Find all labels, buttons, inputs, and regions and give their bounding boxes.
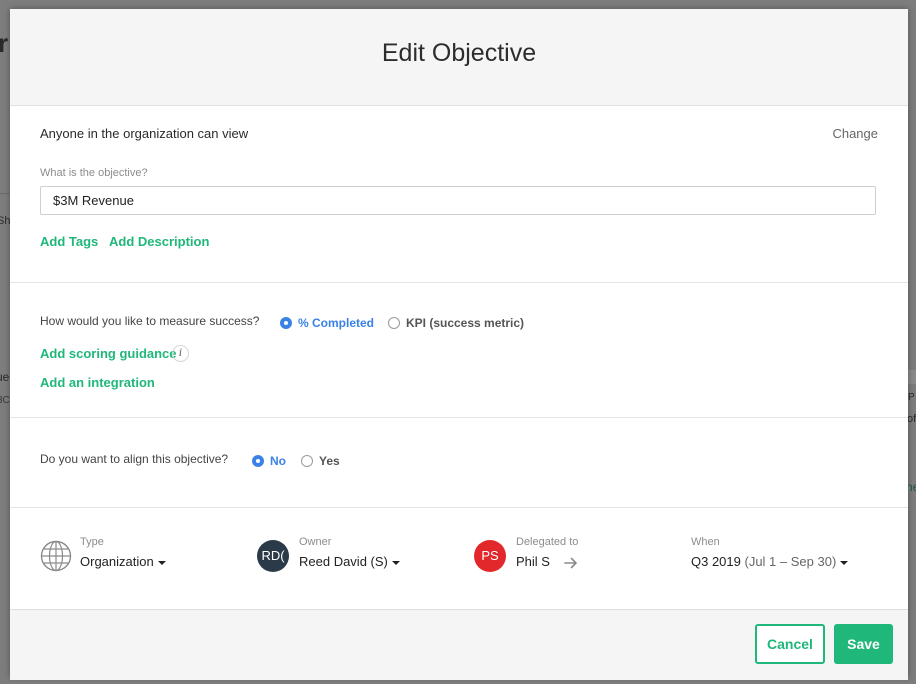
alignment-option-label: Yes xyxy=(319,453,340,468)
caret-down-icon xyxy=(391,560,400,565)
add-tags-link[interactable]: Add Tags xyxy=(40,234,98,249)
backdrop-divider xyxy=(0,193,10,194)
delegate-avatar: PS xyxy=(474,540,506,572)
when-field: When Q3 2019 (Jul 1 – Sep 30) xyxy=(691,536,891,576)
owner-dropdown[interactable]: Reed David (S) xyxy=(299,554,400,569)
modal-footer: Cancel Save xyxy=(10,610,908,680)
backdrop-fragment: of xyxy=(907,413,916,425)
modal-body: Anyone in the organization can view Chan… xyxy=(10,106,908,610)
alignment-question: Do you want to align this objective? xyxy=(40,452,229,466)
backdrop-fragment: ue xyxy=(0,370,10,384)
caret-down-icon xyxy=(157,560,166,565)
radio-unselected-icon[interactable] xyxy=(388,316,400,329)
modal-header: Edit Objective xyxy=(10,9,908,106)
globe-icon xyxy=(40,540,72,572)
add-scoring-guidance-link[interactable]: Add scoring guidance xyxy=(40,346,177,361)
alignment-option-yes[interactable]: Yes xyxy=(301,453,340,468)
measure-question: How would you like to measure success? xyxy=(40,314,260,328)
type-label: Type xyxy=(80,536,104,548)
change-visibility-link[interactable]: Change xyxy=(832,126,878,141)
add-description-link[interactable]: Add Description xyxy=(109,234,209,249)
save-button[interactable]: Save xyxy=(834,624,893,664)
add-integration-link[interactable]: Add an integration xyxy=(40,375,155,390)
backdrop-fragment: Sh xyxy=(0,215,11,227)
delegated-value[interactable]: Phil S xyxy=(516,554,550,569)
measure-section: How would you like to measure success? %… xyxy=(10,283,908,418)
cancel-button[interactable]: Cancel xyxy=(755,624,825,664)
measure-option-kpi[interactable]: KPI (success metric) xyxy=(388,315,524,330)
radio-unselected-icon[interactable] xyxy=(301,454,313,467)
visibility-text: Anyone in the organization can view xyxy=(40,126,249,141)
info-icon[interactable]: i xyxy=(172,345,189,362)
objective-section: Anyone in the organization can view Chan… xyxy=(10,106,908,283)
alignment-option-label: No xyxy=(270,453,286,468)
owner-label: Owner xyxy=(299,536,332,548)
owner-value: Reed David (S) xyxy=(299,554,388,569)
objective-meta-row: Type Organization RD( Owner Reed David (… xyxy=(10,508,908,610)
modal-title: Edit Objective xyxy=(381,38,537,67)
arrow-right-icon[interactable] xyxy=(564,557,578,569)
when-quarter: Q3 2019 xyxy=(691,554,741,569)
backdrop-fragment: P xyxy=(908,392,915,403)
backdrop-fragment: 3C xyxy=(0,395,10,406)
when-label: When xyxy=(691,536,720,548)
edit-objective-modal: Edit Objective Anyone in the organizatio… xyxy=(10,9,908,680)
type-value: Organization xyxy=(80,554,154,569)
caret-down-icon xyxy=(840,560,849,565)
backdrop-strip xyxy=(908,370,916,384)
type-dropdown[interactable]: Organization xyxy=(80,554,166,569)
radio-selected-icon[interactable] xyxy=(280,316,292,329)
owner-avatar: RD( xyxy=(257,540,289,572)
radio-selected-icon[interactable] xyxy=(252,454,264,467)
owner-field: RD( Owner Reed David (S) xyxy=(257,536,457,576)
objective-field-label: What is the objective? xyxy=(40,167,148,179)
delegated-label: Delegated to xyxy=(516,536,579,548)
when-range: (Jul 1 – Sep 30) xyxy=(744,554,837,569)
measure-option-label: % Completed xyxy=(298,315,375,330)
measure-option-percent-completed[interactable]: % Completed xyxy=(280,315,374,330)
alignment-option-no[interactable]: No xyxy=(252,453,286,468)
when-dropdown[interactable]: Q3 2019 (Jul 1 – Sep 30) xyxy=(691,554,849,569)
type-field: Type Organization xyxy=(40,536,240,576)
measure-option-label: KPI (success metric) xyxy=(406,315,525,330)
alignment-section: Do you want to align this objective? No … xyxy=(10,418,908,508)
objective-input[interactable] xyxy=(40,186,876,215)
backdrop-fragment: r xyxy=(0,28,9,58)
delegated-field: PS Delegated to Phil S xyxy=(474,536,674,576)
